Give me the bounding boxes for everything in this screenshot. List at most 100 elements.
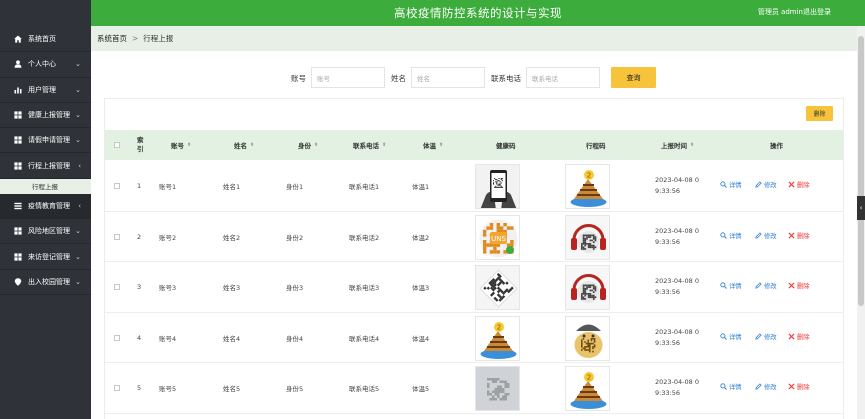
delete-button[interactable]: 删除: [788, 180, 810, 189]
chevron-icon: ‹: [78, 201, 81, 210]
delete-button[interactable]: 删除: [788, 332, 810, 341]
sidebar-item-9[interactable]: 来访登记管理 ⌄: [0, 244, 91, 270]
edit-icon: [755, 282, 762, 289]
edit-button[interactable]: 修改: [755, 332, 777, 341]
col-time[interactable]: 上报时间 ⬍: [661, 130, 694, 160]
sidebar-item-label: 个人中心: [28, 60, 56, 69]
grid-icon: [14, 162, 22, 170]
edit-button[interactable]: 修改: [755, 281, 777, 290]
col-idcard[interactable]: 身份 ⬍: [298, 130, 318, 160]
row-temp: 体温4: [412, 334, 430, 343]
health-code-image[interactable]: [475, 366, 520, 412]
close-icon: [788, 181, 795, 188]
name-input[interactable]: 姓名: [411, 67, 485, 88]
sidebar-item-2[interactable]: 个人中心 ⌄: [0, 52, 91, 78]
chevron-icon: ⌄: [75, 277, 81, 286]
row-name: 姓名3: [223, 284, 241, 293]
row-phone: 联系电话3: [349, 284, 380, 293]
delete-button[interactable]: 删除: [788, 382, 810, 391]
sidebar-item-1[interactable]: 系统首页: [0, 27, 91, 53]
sidebar-item-label: 行程上报管理: [28, 161, 70, 170]
row-checkbox[interactable]: [114, 284, 120, 291]
scrollbar-thumb[interactable]: [858, 36, 864, 306]
select-all-checkbox[interactable]: [114, 142, 120, 148]
sidebar-item-label: 系统首页: [28, 35, 56, 44]
sidebar-item-label: 风险地区管理: [28, 227, 70, 236]
col-name[interactable]: 姓名 ⬍: [234, 130, 254, 160]
col-phone[interactable]: 联系电话 ⬍: [353, 130, 386, 160]
col-account[interactable]: 账号 ⬍: [171, 130, 191, 160]
sidebar-item-8[interactable]: 风险地区管理 ⌄: [0, 219, 91, 245]
sidebar-item-7[interactable]: 疫情教育管理 ‹: [0, 193, 91, 220]
edit-icon: [755, 181, 762, 188]
sidebar-subitem-trip-report[interactable]: 行程上报: [0, 178, 91, 194]
health-code-image[interactable]: [475, 164, 520, 209]
row-name: 姓名5: [223, 385, 241, 394]
sidebar-item-6[interactable]: 行程上报管理 ‹: [0, 153, 91, 179]
page-scrollbar[interactable]: [857, 26, 865, 419]
detail-button[interactable]: 详情: [720, 231, 742, 240]
search-icon: [720, 231, 727, 239]
search-icon: [720, 282, 727, 290]
trip-code-image[interactable]: 2: [565, 164, 610, 209]
sidebar-item-label: 出入校园管理: [28, 277, 70, 286]
col-index: 索引: [137, 136, 144, 153]
trip-code-image[interactable]: [565, 214, 610, 260]
row-account: 账号5: [159, 385, 177, 394]
trip-code-image[interactable]: [565, 315, 610, 361]
trip-code-image[interactable]: 2: [565, 366, 610, 412]
detail-button[interactable]: 详情: [720, 281, 742, 290]
health-code-image[interactable]: [475, 265, 520, 311]
edit-button[interactable]: 修改: [755, 180, 777, 189]
row-index: 1: [137, 182, 142, 190]
batch-delete-button[interactable]: 删除: [806, 106, 833, 121]
phone-input[interactable]: 联系电话: [526, 67, 600, 88]
edit-icon: [755, 333, 762, 340]
trip-code-image[interactable]: [565, 265, 610, 311]
account-label: 账号: [291, 74, 306, 83]
detail-button[interactable]: 详情: [720, 382, 742, 391]
row-account: 账号2: [159, 233, 177, 242]
chevron-icon: ⌄: [75, 227, 81, 236]
sidebar-item-label: 来访登记管理: [28, 252, 70, 261]
detail-button[interactable]: 详情: [720, 180, 742, 189]
table-card: 删除 索引 账号 ⬍ 姓名 ⬍ 身份 ⬍ 联系电话 ⬍ 体温 ⬍ 健康码 行程码 上报时间…: [104, 98, 844, 419]
sidebar-item-4[interactable]: 健康上报管理 ⌄: [0, 103, 91, 129]
search-button[interactable]: 查询: [611, 67, 656, 88]
health-code-image[interactable]: UNS: [475, 214, 520, 260]
table-row: 3 账号3 姓名3 身份3 联系电话3 体温3 2023-04-08 0 9:33:56 详情 修…: [105, 262, 843, 313]
sidebar-item-10[interactable]: 出入校园管理 ⌄: [0, 270, 91, 295]
table-row: 1 账号1 姓名1 身份1 联系电话1 体温1 2 2023-04-08 0 9:33:56 详情…: [105, 161, 843, 212]
logout-link[interactable]: 退出登录: [803, 7, 831, 17]
grid-icon: [14, 111, 22, 119]
edit-button[interactable]: 修改: [755, 382, 777, 391]
list-icon: [14, 202, 22, 210]
delete-button[interactable]: 删除: [788, 281, 810, 290]
row-checkbox[interactable]: [114, 233, 120, 240]
chevron-icon: ⌄: [75, 60, 81, 69]
row-idcard: 身份3: [286, 284, 304, 293]
row-phone: 联系电话2: [349, 233, 380, 242]
edit-button[interactable]: 修改: [755, 231, 777, 240]
sidebar-item-3[interactable]: 用户管理 ⌄: [0, 78, 91, 103]
chevron-icon: ⌄: [75, 136, 81, 145]
sidebar-item-5[interactable]: 请假申请管理 ⌄: [0, 128, 91, 154]
row-checkbox[interactable]: [114, 183, 120, 189]
row-checkbox[interactable]: [114, 334, 120, 341]
edit-icon: [755, 231, 762, 239]
account-input[interactable]: 账号: [311, 67, 385, 88]
col-temp[interactable]: 体温 ⬍: [423, 130, 443, 160]
search-icon: [720, 383, 727, 391]
chevron-icon: ⌄: [75, 85, 81, 94]
side-collapse-tab[interactable]: ‹: [857, 196, 865, 220]
row-time: 2023-04-08 0 9:33:56: [655, 277, 699, 297]
row-checkbox[interactable]: [114, 385, 120, 392]
breadcrumb-current: 行程上报: [143, 34, 174, 43]
detail-button[interactable]: 详情: [720, 332, 742, 341]
row-temp: 体温5: [412, 385, 430, 394]
breadcrumb-home[interactable]: 系统首页: [97, 33, 127, 44]
row-time: 2023-04-08 0 9:33:56: [655, 226, 699, 246]
health-code-image[interactable]: 2: [475, 315, 520, 361]
grid-icon: [14, 252, 22, 261]
delete-button[interactable]: 删除: [788, 231, 810, 240]
